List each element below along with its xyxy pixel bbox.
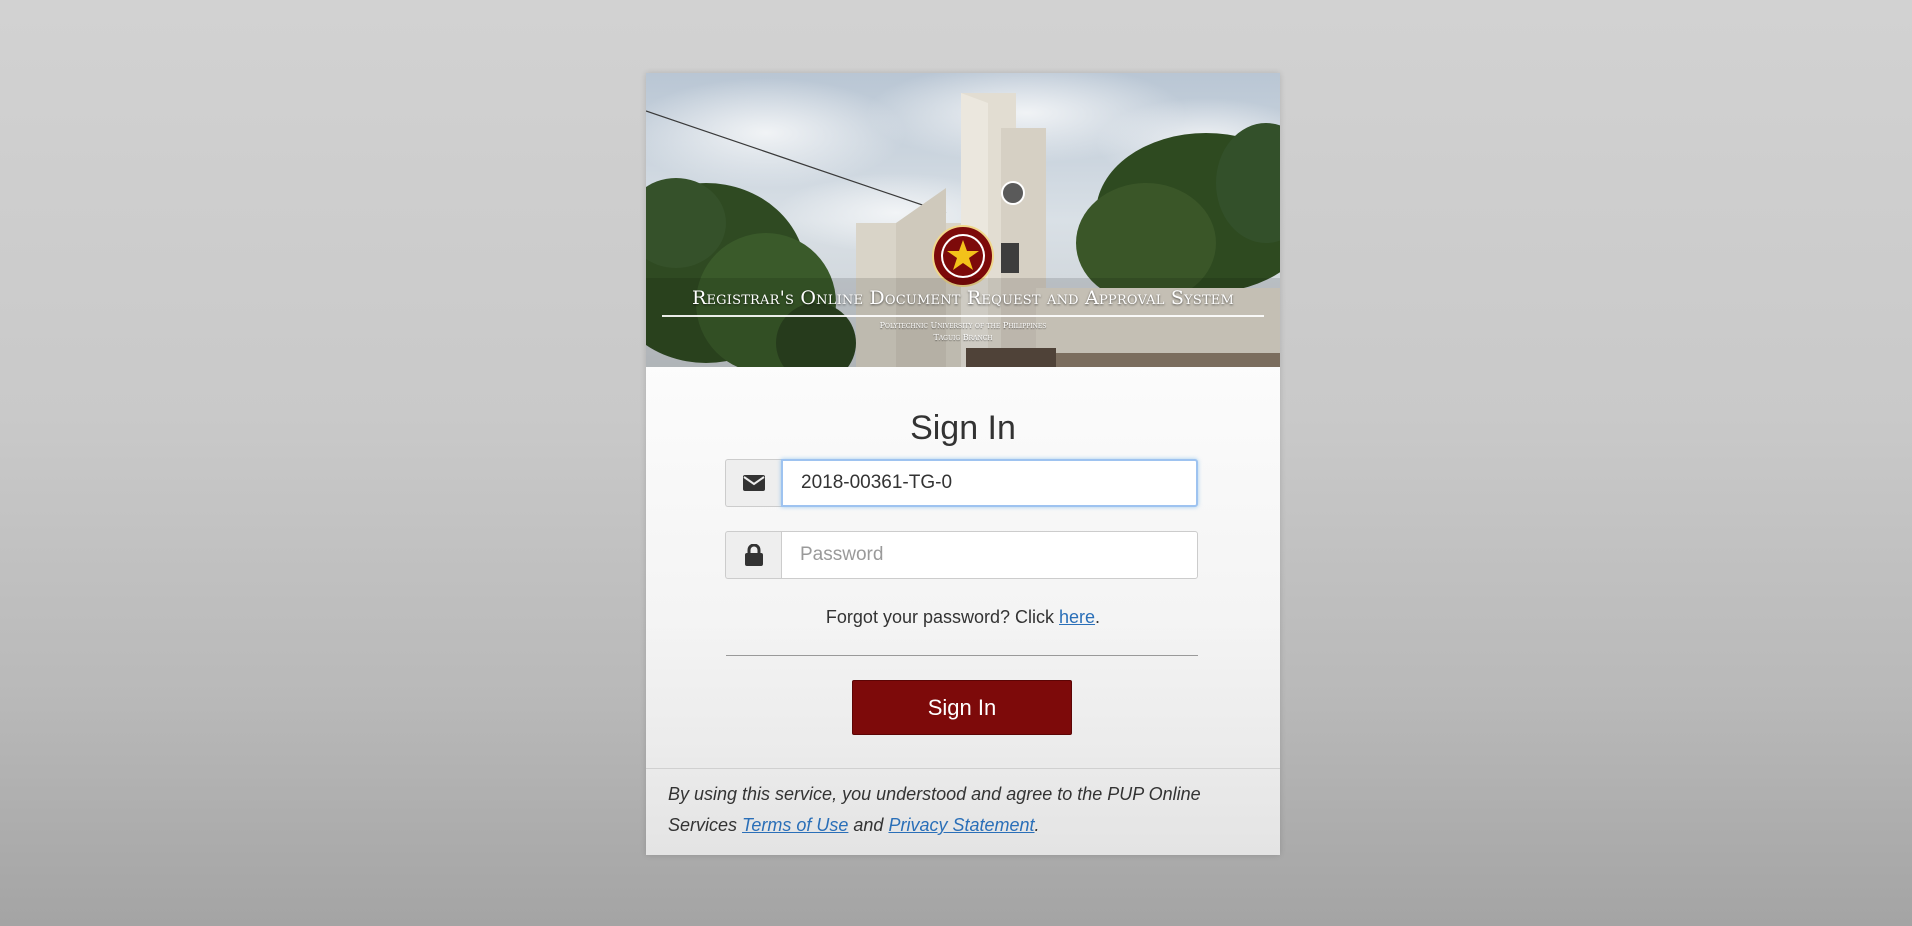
terms-and-text: and: [848, 815, 889, 835]
terms-notice-suffix: .: [1034, 815, 1040, 835]
branch-name: Taguig Branch: [933, 333, 993, 342]
footer-divider: [646, 768, 1280, 769]
envelope-icon: [725, 459, 781, 507]
forgot-password-text: Forgot your password? Click here.: [646, 607, 1280, 628]
lock-icon: [725, 531, 781, 579]
login-card: Registrar's Online Document Request and …: [646, 73, 1280, 855]
system-title: Registrar's Online Document Request and …: [691, 287, 1235, 309]
header-banner: Registrar's Online Document Request and …: [646, 73, 1280, 367]
password-input[interactable]: [781, 531, 1198, 579]
terms-of-use-link[interactable]: Terms of Use: [742, 815, 848, 835]
page-title: Sign In: [910, 409, 1016, 447]
password-group: [725, 531, 1198, 579]
forgot-password-prompt: Forgot your password? Click: [825, 607, 1060, 627]
username-input[interactable]: [781, 459, 1198, 507]
sign-in-button[interactable]: Sign In: [852, 680, 1072, 735]
forgot-password-link[interactable]: here: [1059, 607, 1095, 627]
privacy-statement-link[interactable]: Privacy Statement: [888, 815, 1034, 835]
university-name: Polytechnic University of the Philippine…: [879, 321, 1047, 330]
username-group: [725, 459, 1198, 507]
form-divider: [726, 655, 1198, 656]
forgot-password-suffix: .: [1095, 607, 1101, 627]
terms-notice: By using this service, you understood an…: [668, 779, 1268, 841]
pup-seal-icon: [932, 225, 994, 287]
banner-divider: [662, 315, 1264, 317]
